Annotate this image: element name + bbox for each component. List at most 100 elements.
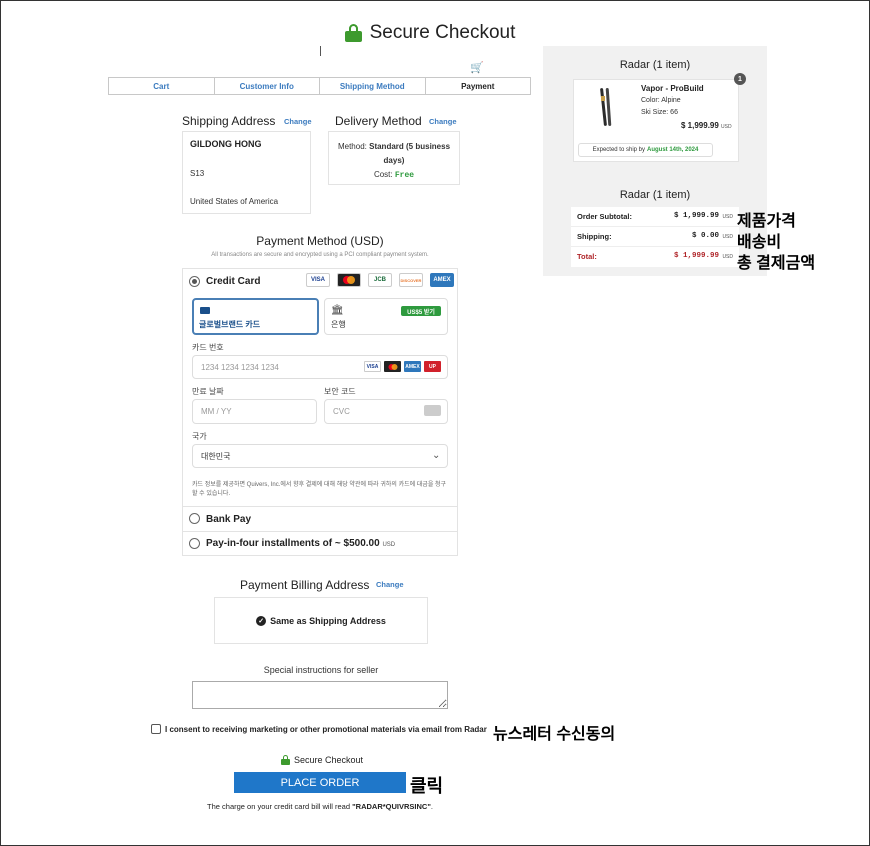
billing-address-title: Payment Billing Address: [240, 578, 370, 592]
shipping-row: Shipping: $ 0.00 USD: [571, 227, 739, 247]
cvc-card-icon: [424, 405, 441, 416]
lock-icon: [344, 24, 362, 42]
ski-accent: [601, 96, 605, 101]
check-circle-icon: ✓: [256, 615, 267, 626]
checkout-header: Secure Checkout: [300, 18, 560, 48]
text-cursor: [320, 46, 321, 56]
bank-promo-badge: US$5 받기: [401, 306, 441, 316]
credit-card-label: Credit Card: [206, 276, 261, 287]
charge-prefix: The charge on your credit card bill will…: [207, 802, 353, 811]
shipping-name: GILDONG HONG: [190, 139, 262, 149]
item-price-currency: USD: [721, 124, 732, 130]
divider: [182, 506, 458, 507]
delivery-change-link[interactable]: Change: [429, 117, 457, 126]
item-price-value: $ 1,999.99: [681, 121, 719, 130]
amex-mini-logo: AMEX: [404, 361, 421, 372]
expiry-label: 만료 날짜: [192, 387, 224, 396]
item-quantity-badge: 1: [734, 73, 746, 85]
shipping-value: $ 0.00: [691, 232, 719, 240]
marketing-consent-label: I consent to receiving marketing or othe…: [165, 725, 487, 734]
expiry-input[interactable]: MM / YY: [192, 399, 317, 424]
unionpay-mini-logo: UP: [424, 361, 441, 372]
delivery-cost-value: Free: [394, 171, 415, 180]
tab-global-card-label: 글로벌브랜드 카드: [199, 320, 261, 329]
cvc-label: 보안 코드: [324, 387, 356, 396]
subtotal-currency: USD: [722, 214, 733, 220]
totals-table: Order Subtotal: $ 1,999.99 USD Shipping:…: [571, 207, 739, 267]
pay-in-four-radio[interactable]: [189, 538, 200, 549]
mastercard-mini-logo: [384, 361, 401, 372]
cart-icon: 🛒: [470, 62, 484, 74]
same-as-shipping-box[interactable]: ✓ Same as Shipping Address: [214, 597, 428, 644]
bank-pay-label: Bank Pay: [206, 514, 252, 525]
charge-note: The charge on your credit card bill will…: [120, 802, 520, 811]
secure-checkout-footer: Secure Checkout: [281, 755, 363, 765]
shipping-address-change-link[interactable]: Change: [284, 117, 312, 126]
marketing-consent-checkbox[interactable]: [151, 724, 161, 734]
item-name: Vapor - ProBuild: [641, 84, 704, 93]
breadcrumb-cart[interactable]: Cart: [108, 77, 215, 95]
bank-pay-radio[interactable]: [189, 513, 200, 524]
breadcrumb-shipping-method[interactable]: Shipping Method: [319, 77, 426, 95]
payment-method-title: Payment Method (USD): [256, 234, 384, 248]
annotation-total-amount: 총 결제금액: [737, 255, 816, 272]
country-label: 국가: [192, 432, 207, 441]
pay-in-four-label: Pay-in-four installments of ~ $500.00 US…: [206, 538, 395, 549]
breadcrumb-customer-info[interactable]: Customer Info: [213, 77, 320, 95]
annotation-newsletter: 뉴스레터 수신동의: [493, 726, 616, 743]
subtotal-label: Order Subtotal:: [577, 212, 633, 221]
delivery-details: Method: Standard (5 business days) Cost:…: [330, 140, 458, 183]
credit-card-radio[interactable]: [189, 276, 200, 287]
delivery-method-value: Standard (5 business days): [369, 142, 451, 165]
item-size: Ski Size: 66: [641, 109, 678, 116]
item-price: $ 1,999.99 USD: [681, 121, 732, 130]
chevron-down-icon: ⌄: [432, 450, 441, 461]
visa-logo: VISA: [306, 273, 330, 287]
card-disclaimer: 카드 정보를 제공하면 Quivers, Inc.에서 향후 결제에 대해 해당…: [192, 482, 447, 497]
mastercard-logo: [337, 273, 361, 287]
ship-estimate-date: August 14th, 2024: [647, 147, 699, 153]
card-icon: [200, 307, 210, 314]
item-color: Color: Alpine: [641, 97, 681, 104]
ship-estimate: Expected to ship by August 14th, 2024: [578, 143, 713, 157]
bank-icon: 🏛: [331, 305, 344, 316]
shipping-line1: S13: [190, 169, 205, 178]
tab-bank-label: 은행: [331, 320, 346, 329]
total-currency: USD: [722, 254, 733, 260]
delivery-cost-prefix: Cost:: [373, 170, 395, 179]
order-summary-title: Radar (1 item): [619, 59, 691, 71]
card-number-label: 카드 번호: [192, 343, 224, 352]
country-select[interactable]: 대한민국: [192, 444, 448, 468]
same-as-shipping-label: Same as Shipping Address: [270, 615, 386, 626]
divider: [182, 531, 458, 532]
visa-mini-logo: VISA: [364, 361, 381, 372]
shipping-country: United States of America: [190, 197, 279, 206]
instructions-textarea[interactable]: [192, 681, 448, 709]
discover-logo: DISCOVER: [399, 273, 423, 287]
charge-descriptor: "RADAR*QUIVRSINC": [352, 802, 431, 811]
charge-suffix: .: [430, 802, 433, 811]
delivery-method-title: Delivery Method: [335, 114, 422, 128]
total-value: $ 1,999.99: [673, 252, 719, 260]
delivery-method-prefix: Method:: [337, 142, 370, 151]
secure-checkout-label: Secure Checkout: [294, 755, 364, 765]
amex-logo: AMEX: [430, 273, 454, 287]
subtotal-row: Order Subtotal: $ 1,999.99 USD: [571, 207, 739, 227]
jcb-logo: JCB: [368, 273, 392, 287]
lock-icon: [281, 755, 290, 765]
place-order-button[interactable]: PLACE ORDER: [234, 772, 406, 793]
total-label: Total:: [577, 252, 597, 261]
shipping-currency: USD: [722, 234, 733, 240]
payment-method-subtitle: All transactions are secure and encrypte…: [211, 252, 429, 258]
total-row: Total: $ 1,999.99 USD: [571, 247, 739, 267]
breadcrumb-payment: Payment: [424, 77, 531, 95]
breadcrumb: Cart Customer Info Shipping Method Payme…: [108, 77, 531, 95]
shipping-address-title: Shipping Address: [182, 114, 276, 128]
ship-estimate-prefix: Expected to ship by: [592, 147, 645, 153]
annotation-click: 클릭: [410, 776, 444, 796]
billing-change-link[interactable]: Change: [376, 580, 404, 589]
instructions-label: Special instructions for seller: [263, 665, 379, 675]
page-title: Secure Checkout: [369, 22, 516, 43]
pay-in-four-currency: USD: [382, 542, 396, 548]
totals-title: Radar (1 item): [619, 189, 691, 201]
